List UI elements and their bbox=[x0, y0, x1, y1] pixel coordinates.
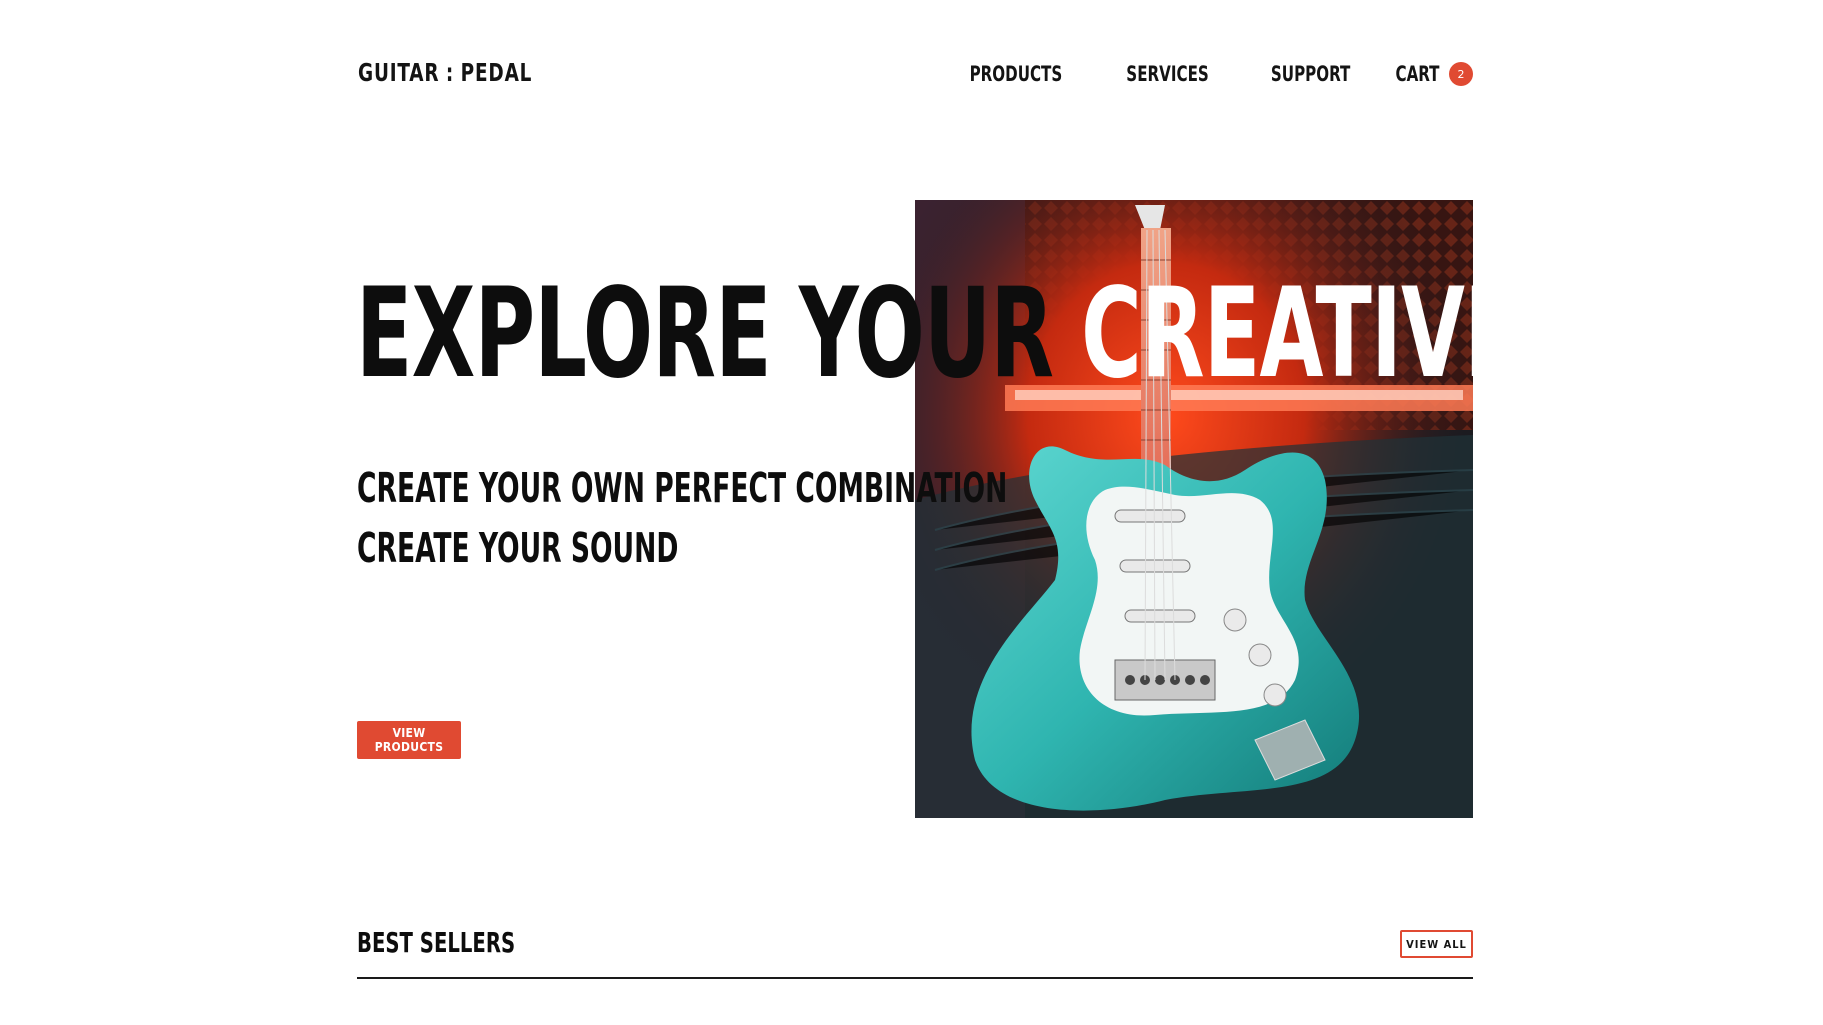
hero-subtitle-line-2: CREATE YOUR SOUND bbox=[357, 524, 679, 572]
logo-separator: : bbox=[445, 58, 455, 87]
best-sellers-title: BEST SELLERS bbox=[357, 926, 516, 959]
hero-title-light: CREATIVITY bbox=[1081, 262, 1609, 406]
hero-title-dark: EXPLORE YOUR bbox=[356, 262, 1082, 406]
brand-logo[interactable]: GUITAR: PEDAL bbox=[358, 58, 532, 87]
logo-word-guitar: GUITAR bbox=[358, 58, 440, 87]
hero-title: EXPLORE YOUR CREATIVITY bbox=[356, 272, 1610, 396]
view-products-button[interactable]: VIEW PRODUCTS bbox=[357, 721, 461, 759]
nav-products[interactable]: PRODUCTS bbox=[969, 62, 1062, 86]
main-nav: PRODUCTS SERVICES SUPPORT CART 2 bbox=[916, 62, 1473, 86]
logo-word-pedal: PEDAL bbox=[460, 58, 533, 87]
cart-count-badge: 2 bbox=[1449, 62, 1473, 86]
view-all-button[interactable]: VIEW ALL bbox=[1400, 930, 1473, 958]
hero-subtitle: CREATE YOUR OWN PERFECT COMBINATION CREA… bbox=[357, 458, 1007, 578]
nav-support[interactable]: SUPPORT bbox=[1271, 62, 1350, 86]
section-divider bbox=[357, 977, 1473, 979]
cart-link[interactable]: CART 2 bbox=[1390, 62, 1473, 86]
nav-services[interactable]: SERVICES bbox=[1126, 62, 1208, 86]
nav-cart[interactable]: CART bbox=[1396, 62, 1440, 86]
hero-subtitle-line-1: CREATE YOUR OWN PERFECT COMBINATION bbox=[357, 464, 1008, 512]
